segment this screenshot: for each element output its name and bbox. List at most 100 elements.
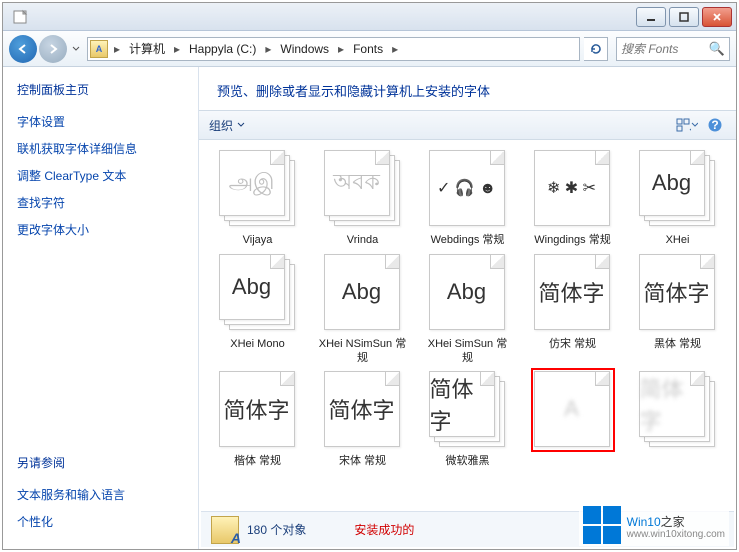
font-label: XHei — [666, 234, 690, 248]
font-label: XHei SimSun 常规 — [424, 338, 512, 366]
view-options-button[interactable] — [676, 114, 698, 136]
crumb-fonts[interactable]: Fonts — [348, 38, 388, 60]
font-item[interactable]: 简体字仿宋 常规 — [522, 254, 623, 366]
object-count: 180 个对象 — [247, 521, 306, 538]
font-preview-card: ✓ 🎧 ☻ — [429, 150, 507, 228]
organize-button[interactable]: 组织 — [209, 117, 245, 134]
font-label: Wingdings 常规 — [534, 234, 610, 248]
minimize-button[interactable] — [636, 7, 666, 27]
font-preview-card: 简体字 — [219, 371, 297, 449]
sidebar: 控制面板主页 字体设置 联机获取字体详细信息 调整 ClearType 文本 查… — [3, 67, 199, 549]
font-preview-card: 简体字 — [429, 371, 507, 449]
font-item[interactable]: AbgXHei NSimSun 常规 — [312, 254, 413, 366]
font-glyph: অবক — [333, 165, 380, 202]
nav-back-button[interactable] — [9, 35, 37, 63]
sidebar-link-find-char[interactable]: 查找字符 — [17, 194, 184, 211]
font-label: 楷体 常规 — [234, 455, 281, 469]
font-item[interactable]: 简体字黑体 常规 — [627, 254, 728, 366]
font-item[interactable]: A — [522, 371, 623, 469]
font-item[interactable]: 简体字楷体 常规 — [207, 371, 308, 469]
sidebar-link-text-services[interactable]: 文本服务和输入语言 — [17, 486, 184, 503]
search-box[interactable]: 🔍 — [616, 37, 730, 61]
font-glyph: Abg — [652, 170, 691, 196]
font-item[interactable]: অবক Vrinda — [312, 150, 413, 248]
search-input[interactable] — [621, 42, 709, 56]
sidebar-link-font-settings[interactable]: 字体设置 — [17, 113, 184, 130]
font-glyph: 简体字 — [538, 276, 604, 308]
nav-forward-button[interactable] — [39, 35, 67, 63]
sidebar-link-online-fonts[interactable]: 联机获取字体详细信息 — [17, 140, 184, 157]
font-item[interactable]: ❄ ✱ ✂ Wingdings 常规 — [522, 150, 623, 248]
font-label: 微软雅黑 — [446, 455, 490, 469]
watermark-brand: Win10之家 — [627, 510, 725, 530]
navbar: A ▸ 计算机 ▸ Happyla (C:) ▸ Windows ▸ Fonts… — [3, 31, 736, 67]
breadcrumb[interactable]: A ▸ 计算机 ▸ Happyla (C:) ▸ Windows ▸ Fonts… — [87, 37, 580, 61]
font-item[interactable]: Abg XHei SimSun 常规 — [417, 254, 518, 366]
font-preview-card: 简体字 — [534, 254, 612, 332]
fonts-folder-icon: A — [90, 40, 108, 58]
font-label: XHei Mono — [230, 338, 284, 352]
nav-history-dropdown[interactable] — [69, 36, 83, 62]
font-preview-card: A — [534, 371, 612, 449]
organize-label: 组织 — [209, 117, 233, 134]
refresh-button[interactable] — [584, 37, 608, 61]
chevron-right-icon[interactable]: ▸ — [110, 42, 124, 56]
font-glyph: அஇ — [229, 169, 275, 198]
font-item[interactable]: Abg XHei — [627, 150, 728, 248]
font-glyph: ❄ ✱ ✂ — [547, 178, 596, 198]
font-preview-card: Abg — [639, 150, 717, 228]
font-preview-card: 简体字 — [639, 371, 717, 449]
font-glyph: 简体字 — [643, 276, 709, 308]
crumb-drive[interactable]: Happyla (C:) — [184, 38, 261, 60]
font-label: 仿宋 常规 — [549, 338, 596, 352]
font-preview-card: 简体字 — [324, 371, 402, 449]
window-icon — [13, 9, 29, 25]
font-item[interactable]: Abg XHei Mono — [207, 254, 308, 366]
close-button[interactable] — [702, 7, 732, 27]
font-preview-card: Abg — [429, 254, 507, 332]
chevron-right-icon[interactable]: ▸ — [261, 42, 275, 56]
sidebar-link-font-size[interactable]: 更改字体大小 — [17, 221, 184, 238]
chevron-right-icon[interactable]: ▸ — [388, 42, 402, 56]
main-panel: 预览、删除或者显示和隐藏计算机上安装的字体 组织 ? அஇ Vijaya অবক Vr… — [199, 67, 736, 549]
page-title: 预览、删除或者显示和隐藏计算机上安装的字体 — [199, 67, 736, 110]
maximize-button[interactable] — [669, 7, 699, 27]
watermark-url: www.win10xitong.com — [627, 530, 725, 540]
font-preview-card: অবক — [324, 150, 402, 228]
crumb-computer[interactable]: 计算机 — [124, 38, 170, 60]
font-item[interactable]: 简体字 — [627, 371, 728, 469]
windows-logo-icon — [583, 506, 621, 544]
chevron-down-icon — [237, 121, 245, 129]
chevron-right-icon[interactable]: ▸ — [334, 42, 348, 56]
fonts-folder-icon: A — [211, 516, 239, 544]
sidebar-link-personalize[interactable]: 个性化 — [17, 513, 184, 530]
font-glyph: 简体字 — [223, 393, 289, 425]
sidebar-see-also-heading: 另请参阅 — [17, 454, 184, 471]
font-preview-card: ❄ ✱ ✂ — [534, 150, 612, 228]
font-label: Vrinda — [347, 234, 378, 248]
toolbar: 组织 ? — [199, 110, 736, 140]
watermark: Win10之家 www.win10xitong.com — [579, 504, 729, 546]
font-glyph: ✓ 🎧 ☻ — [437, 178, 496, 198]
font-preview-card: அஇ — [219, 150, 297, 228]
chevron-right-icon[interactable]: ▸ — [170, 42, 184, 56]
font-grid: அஇ Vijaya অবক Vrinda ✓ 🎧 ☻Webdings 常规 ❄ ✱ ✂ Wi… — [199, 140, 736, 549]
titlebar — [3, 3, 736, 31]
font-item[interactable]: 简体字微软雅黑 — [417, 371, 518, 469]
font-label: 宋体 常规 — [339, 455, 386, 469]
font-item[interactable]: அஇ Vijaya — [207, 150, 308, 248]
font-glyph: Abg — [232, 274, 271, 300]
font-item[interactable]: ✓ 🎧 ☻Webdings 常规 — [417, 150, 518, 248]
sidebar-heading[interactable]: 控制面板主页 — [17, 81, 184, 98]
font-glyph: Abg — [447, 279, 486, 305]
help-button[interactable]: ? — [704, 114, 726, 136]
sidebar-link-cleartype[interactable]: 调整 ClearType 文本 — [17, 167, 184, 184]
font-label: Vijaya — [243, 234, 273, 248]
status-message: 安装成功的 — [354, 521, 414, 538]
font-item[interactable]: 简体字宋体 常规 — [312, 371, 413, 469]
svg-text:?: ? — [711, 118, 718, 132]
font-glyph: Abg — [342, 279, 381, 305]
crumb-windows[interactable]: Windows — [275, 38, 334, 60]
search-icon[interactable]: 🔍 — [709, 41, 725, 57]
font-glyph: A — [564, 396, 579, 422]
